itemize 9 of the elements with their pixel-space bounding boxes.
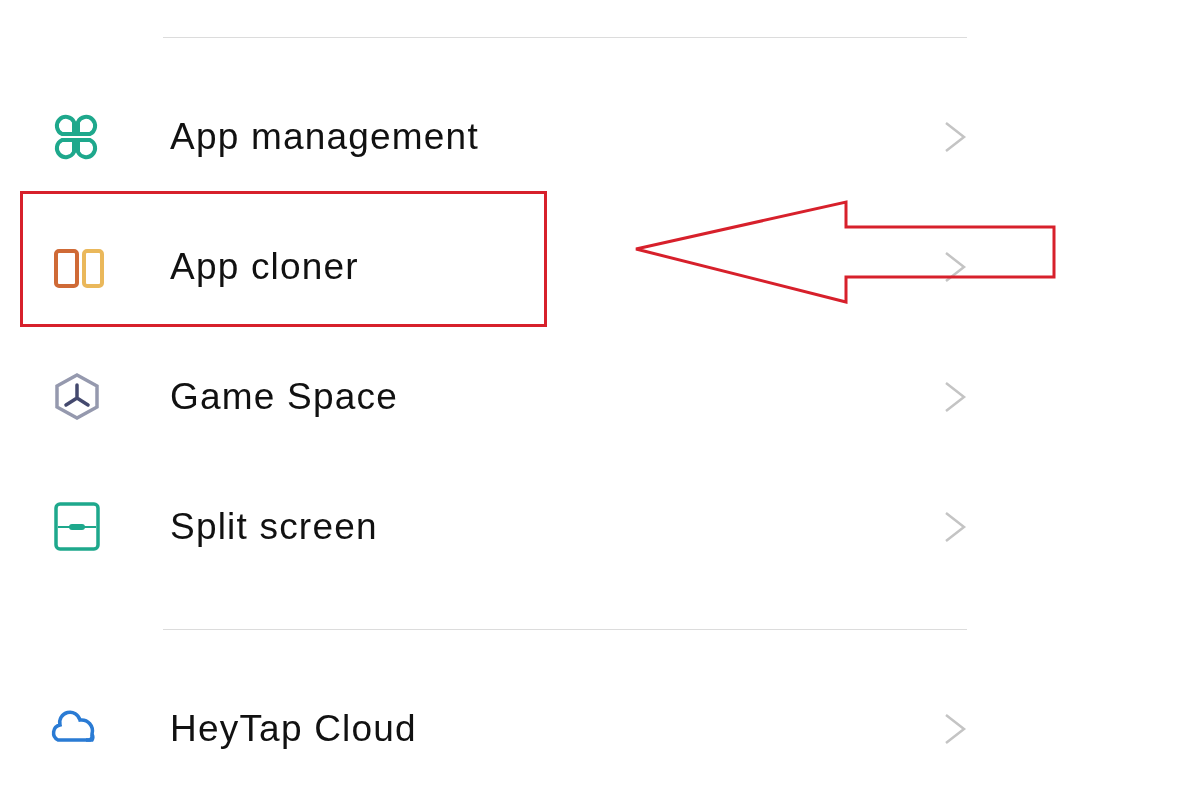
chevron-icon — [943, 120, 967, 154]
item-label: Split screen — [170, 506, 379, 548]
item-label: Game Space — [170, 376, 399, 418]
chevron-icon — [943, 380, 967, 414]
item-label: HeyTap Cloud — [170, 708, 418, 750]
chevron-icon — [943, 712, 967, 746]
item-label: App cloner — [170, 246, 360, 288]
chevron-icon — [943, 510, 967, 544]
item-label: App management — [170, 116, 480, 158]
